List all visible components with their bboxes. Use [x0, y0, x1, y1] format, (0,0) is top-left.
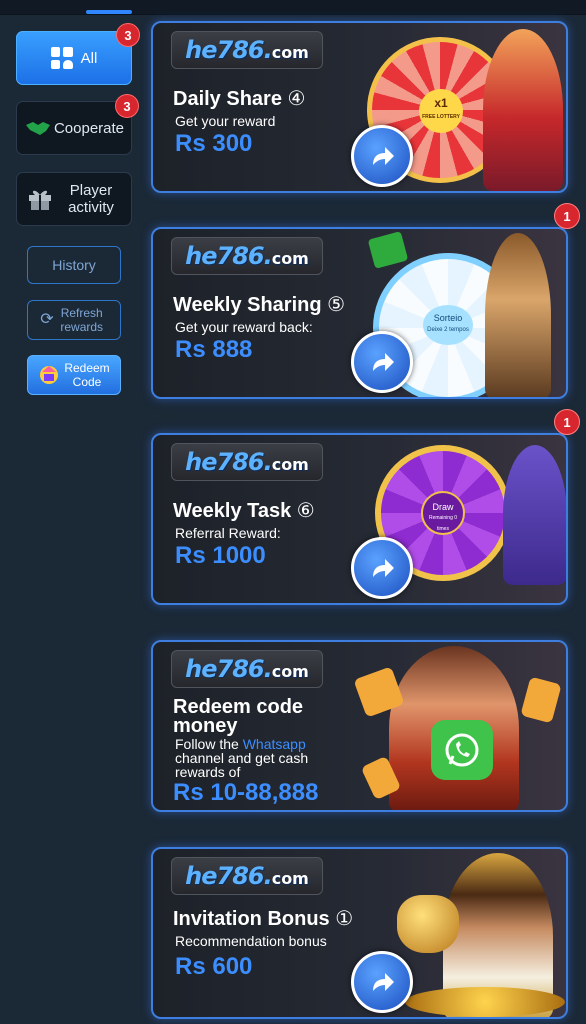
wheel-center: x1 FREE LOTTERY [419, 89, 463, 133]
weekly-sharing-card[interactable]: he786.com Weekly Sharing ⑤ Get your rewa… [151, 227, 568, 399]
claim-arrow-button[interactable] [351, 537, 413, 599]
redeem-code-button[interactable]: Redeem Code [27, 355, 121, 395]
card-title: Redeem code money [173, 696, 304, 737]
notification-badge: 3 [115, 94, 139, 118]
invitation-bonus-card[interactable]: he786.com Invitation Bonus ① Recommendat… [151, 847, 568, 1019]
grid-icon [50, 47, 73, 69]
card-subtitle: Referral Reward: [175, 525, 281, 541]
claim-arrow-button[interactable] [351, 125, 413, 187]
refresh-rewards-label: Refresh rewards [60, 306, 104, 334]
card-title: Weekly Task ⑥ [173, 500, 315, 522]
card-subtitle: Get your reward back: [175, 319, 313, 335]
arrow-right-icon [373, 973, 394, 991]
brand-logo: he786.com [171, 650, 323, 688]
wheel-center: Draw Remaining 0 times [421, 491, 465, 535]
weekly-task-card[interactable]: he786.com Weekly Task ⑥ Referral Reward:… [151, 433, 568, 605]
rs-coin-icon [520, 676, 562, 724]
history-button[interactable]: History [27, 246, 121, 284]
refresh-icon: ⟳ [40, 311, 54, 328]
card-title: Weekly Sharing ⑤ [173, 294, 346, 316]
card-amount: Rs 600 [175, 953, 253, 980]
genie-character-image [503, 445, 566, 585]
card-amount: Rs 888 [175, 336, 253, 363]
notification-badge: 3 [116, 23, 140, 47]
brand-logo: he786.com [171, 31, 323, 69]
daily-share-card[interactable]: he786.com Daily Share ④ Get your reward … [151, 21, 568, 193]
notification-badge: 1 [554, 409, 580, 435]
card-amount: Rs 1000 [175, 542, 266, 569]
brand-logo: he786.com [171, 443, 323, 481]
notification-badge: 1 [554, 203, 580, 229]
card-subtitle: Get your reward [175, 113, 276, 129]
cash-bundle-image [367, 231, 409, 269]
card-title: Invitation Bonus ① [173, 908, 354, 930]
card-subtitle: Follow the Whatsapp channel and get cash… [175, 736, 309, 780]
category-all-label: All [80, 49, 98, 67]
gold-coins-image [405, 987, 565, 1017]
category-player-activity-button[interactable]: Player activity [16, 172, 132, 226]
card-amount: Rs 10-88,888 [173, 779, 319, 806]
claim-arrow-button[interactable] [351, 951, 413, 1013]
card-amount: Rs 300 [175, 130, 253, 157]
claim-arrow-button[interactable] [351, 331, 413, 393]
brand-logo: he786.com [171, 857, 323, 895]
whatsapp-icon [431, 720, 493, 780]
category-player-activity-label: Player activity [68, 182, 114, 216]
active-tab-indicator [86, 10, 132, 14]
card-title: Daily Share ④ [173, 88, 306, 110]
redeem-code-label: Redeem Code [64, 361, 110, 389]
gift-icon [29, 190, 51, 210]
brand-logo: he786.com [171, 237, 323, 275]
wheel-center: Sorteio Deixe 2 tempos [423, 305, 473, 345]
redeem-gift-icon [40, 366, 58, 384]
redeem-code-money-card[interactable]: he786.com Redeem code money Follow the W… [151, 640, 568, 812]
refresh-rewards-button[interactable]: ⟳ Refresh rewards [27, 300, 121, 340]
handshake-icon [25, 122, 50, 135]
arrow-right-icon [373, 559, 394, 577]
category-cooperate-button[interactable]: Cooperate 3 [16, 94, 139, 155]
cowgirl-character-image [485, 233, 551, 397]
category-all-button[interactable]: All 3 [16, 23, 140, 85]
category-cooperate-label: Cooperate [53, 119, 125, 137]
arrow-right-icon [373, 353, 394, 371]
arrow-right-icon [373, 147, 394, 165]
jester-character-image [483, 29, 563, 191]
card-subtitle: Recommendation bonus [175, 933, 327, 949]
gold-pot-image [397, 895, 459, 953]
top-tab-bar [0, 0, 586, 15]
